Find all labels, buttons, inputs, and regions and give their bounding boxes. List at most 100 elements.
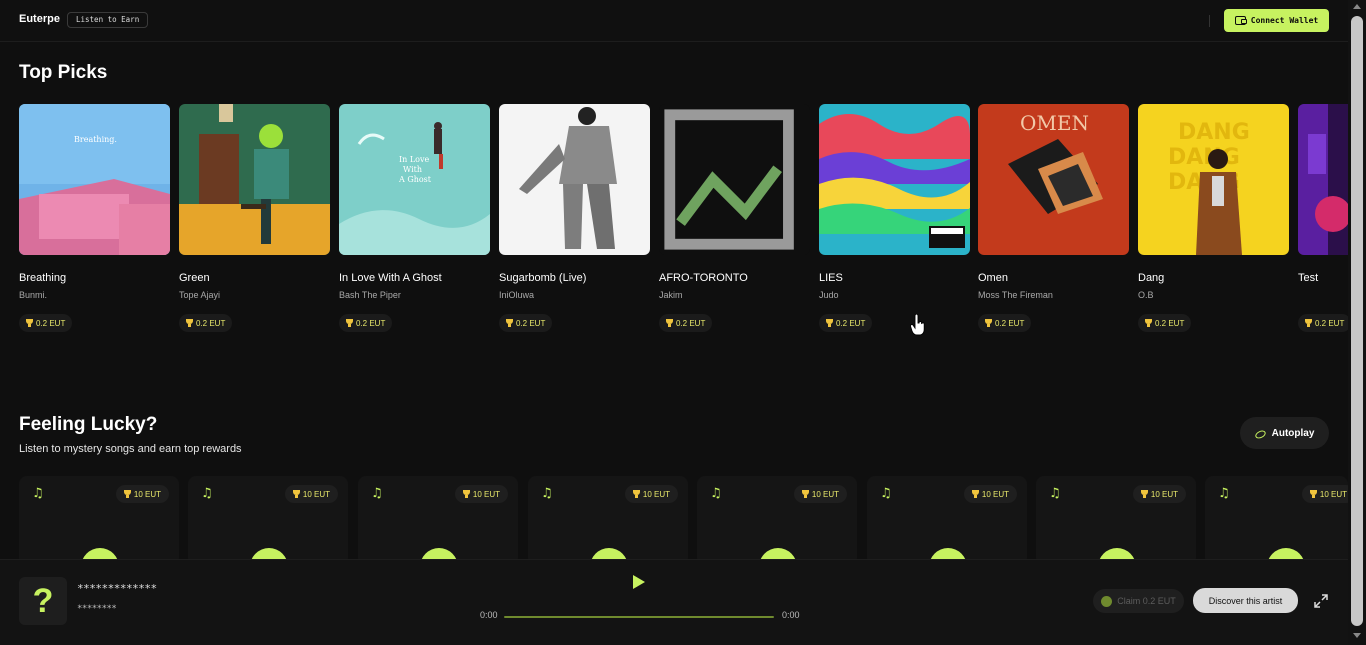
track-card-lies[interactable]: LIES Judo 0.2 EUT: [819, 104, 970, 332]
album-cover[interactable]: In Love With A Ghost: [339, 104, 490, 255]
album-cover[interactable]: [1298, 104, 1348, 255]
reward-badge: 0.2 EUT: [179, 314, 233, 332]
track-artist[interactable]: Tope Ajayi: [179, 290, 220, 300]
mystery-cover: ?: [19, 577, 67, 625]
track-card-dang[interactable]: DANG DANG DANG Dang O.B 0.2 EUT: [1138, 104, 1289, 332]
album-cover[interactable]: [499, 104, 650, 255]
reward-amount: 0.2 EUT: [1315, 318, 1345, 328]
reward-badge: 0.2 EUT: [499, 314, 553, 332]
scrollbar[interactable]: [1348, 0, 1366, 645]
autoplay-label: Autoplay: [1271, 427, 1315, 439]
autoplay-icon: [1255, 429, 1266, 438]
scroll-up-arrow[interactable]: [1353, 4, 1361, 9]
track-card-omen[interactable]: OMEN Omen Moss The Fireman 0.2 EUT: [978, 104, 1129, 332]
album-cover[interactable]: [179, 104, 330, 255]
track-title[interactable]: Test: [1298, 272, 1318, 284]
trophy-icon: [826, 319, 833, 327]
reward-badge: 10 EUT: [1132, 485, 1186, 503]
track-title[interactable]: Sugarbomb (Live): [499, 272, 586, 284]
reward-badge: 10 EUT: [454, 485, 508, 503]
album-cover[interactable]: Breathing.: [19, 104, 170, 255]
reward-amount: 10 EUT: [133, 489, 161, 499]
reward-amount: 0.2 EUT: [676, 318, 706, 328]
player-track-artist: ********: [77, 604, 117, 614]
reward-amount: 0.2 EUT: [836, 318, 866, 328]
trophy-icon: [186, 319, 193, 327]
scroll-down-arrow[interactable]: [1353, 633, 1361, 638]
reward-amount: 0.2 EUT: [1155, 318, 1185, 328]
track-title[interactable]: Dang: [1138, 272, 1164, 284]
trophy-icon: [985, 319, 992, 327]
trophy-icon: [346, 319, 353, 327]
svg-text:In Love: In Love: [399, 155, 430, 164]
reward-badge: 0.2 EUT: [659, 314, 713, 332]
music-note-icon: ♫: [880, 486, 892, 501]
music-note-icon: ♫: [1049, 486, 1061, 501]
mystery-song-card[interactable]: ♫ 10 EUT: [358, 476, 518, 566]
play-button[interactable]: [633, 575, 645, 589]
mystery-song-card[interactable]: ♫ 10 EUT: [188, 476, 348, 566]
reward-amount: 10 EUT: [1319, 489, 1347, 499]
track-artist[interactable]: Judo: [819, 290, 839, 300]
reward-amount: 10 EUT: [811, 489, 839, 499]
feeling-lucky-subtitle: Listen to mystery songs and earn top rew…: [19, 443, 242, 455]
reward-badge: 10 EUT: [624, 485, 678, 503]
mystery-song-card[interactable]: ♫ 10 EUT: [697, 476, 857, 566]
track-title[interactable]: Green: [179, 272, 210, 284]
reward-badge: 10 EUT: [115, 485, 169, 503]
track-title[interactable]: In Love With A Ghost: [339, 272, 442, 284]
reward-badge: 0.2 EUT: [819, 314, 873, 332]
discover-artist-button[interactable]: Discover this artist: [1193, 588, 1298, 613]
mystery-song-card[interactable]: ♫ 10 EUT: [1036, 476, 1196, 566]
music-note-icon: ♫: [32, 486, 44, 501]
scrollbar-thumb[interactable]: [1351, 16, 1363, 626]
album-cover[interactable]: OMEN: [978, 104, 1129, 255]
track-artist[interactable]: Jakim: [659, 290, 683, 300]
track-card-in-love-with-a-ghost[interactable]: In Love With A Ghost In Love With A Ghos…: [339, 104, 490, 332]
track-artist[interactable]: Bash The Piper: [339, 290, 401, 300]
track-card-test[interactable]: Test 0.2 EUT: [1298, 104, 1348, 344]
mystery-song-card[interactable]: ♫ 10 EUT: [1205, 476, 1348, 566]
track-card-sugarbomb-live[interactable]: Sugarbomb (Live) IniOluwa 0.2 EUT: [499, 104, 650, 332]
mystery-song-card[interactable]: ♫ 10 EUT: [867, 476, 1027, 566]
track-artist[interactable]: IniOluwa: [499, 290, 534, 300]
reward-badge: 0.2 EUT: [19, 314, 73, 332]
trophy-icon: [801, 490, 809, 498]
trophy-icon: [26, 319, 33, 327]
track-card-breathing[interactable]: Breathing. Breathing Bunmi. 0.2 EUT: [19, 104, 170, 332]
album-cover[interactable]: [819, 104, 970, 255]
track-artist[interactable]: O.B: [1138, 290, 1154, 300]
track-title[interactable]: LIES: [819, 272, 843, 284]
track-artist[interactable]: Bunmi.: [19, 290, 47, 300]
music-note-icon: ♫: [541, 486, 553, 501]
track-title[interactable]: AFRO-TORONTO: [659, 272, 748, 284]
reward-badge: 10 EUT: [963, 485, 1017, 503]
reward-amount: 10 EUT: [302, 489, 330, 499]
reward-amount: 10 EUT: [1150, 489, 1178, 499]
reward-amount: 0.2 EUT: [356, 318, 386, 328]
expand-icon[interactable]: [1314, 594, 1328, 608]
progress-bar[interactable]: [504, 616, 774, 618]
track-title[interactable]: Omen: [978, 272, 1008, 284]
brand-logo[interactable]: Euterpe: [19, 13, 60, 25]
trophy-icon: [1309, 490, 1317, 498]
track-title[interactable]: Breathing: [19, 272, 66, 284]
album-cover[interactable]: [659, 104, 810, 255]
track-artist[interactable]: Moss The Fireman: [978, 290, 1053, 300]
claim-label: Claim 0.2 EUT: [1117, 596, 1176, 606]
connect-wallet-button[interactable]: Connect Wallet: [1224, 9, 1329, 32]
broken-image-icon: [664, 109, 794, 250]
claim-reward-button[interactable]: Claim 0.2 EUT: [1093, 589, 1184, 613]
trophy-icon: [462, 490, 470, 498]
listen-to-earn-tag: Listen to Earn: [67, 12, 149, 28]
album-cover[interactable]: DANG DANG DANG: [1138, 104, 1289, 255]
track-card-afro-toronto[interactable]: AFRO-TORONTO Jakim 0.2 EUT: [659, 104, 810, 332]
reward-amount: 0.2 EUT: [196, 318, 226, 328]
player-bar: ? ************* ******** 0:00 0:00 Claim…: [0, 559, 1348, 645]
mystery-song-card[interactable]: ♫ 10 EUT: [19, 476, 179, 566]
autoplay-button[interactable]: Autoplay: [1240, 417, 1329, 449]
track-card-green[interactable]: Green Tope Ajayi 0.2 EUT: [179, 104, 330, 332]
music-note-icon: ♫: [710, 486, 722, 501]
svg-text:DANG: DANG: [1168, 145, 1240, 170]
mystery-song-card[interactable]: ♫ 10 EUT: [528, 476, 688, 566]
